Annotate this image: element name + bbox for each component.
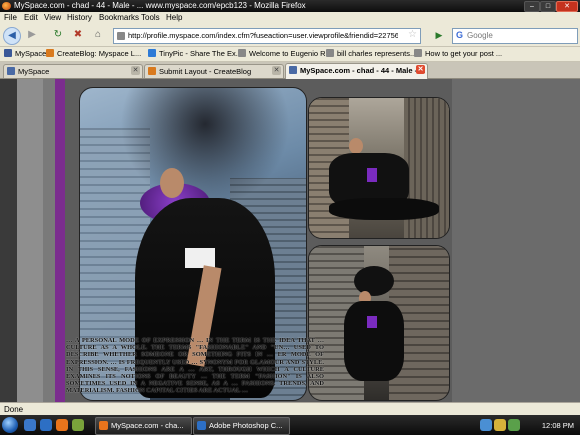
bookmark-how-to-post[interactable]: How to get your post ...: [414, 49, 502, 58]
menu-help[interactable]: Help: [166, 13, 182, 22]
back-button[interactable]: ◀: [3, 27, 21, 45]
bookmark-label: MySpace: [15, 49, 47, 58]
close-tab-icon[interactable]: ✕: [131, 66, 140, 75]
bookmarks-toolbar: MySpace CreateBlog: Myspace L... TinyPic…: [0, 47, 580, 62]
home-button[interactable]: ⌂: [90, 27, 106, 43]
photoshop-icon: [197, 421, 206, 430]
page-content[interactable]: … a personal mode of expression … in the…: [0, 79, 580, 402]
bookmark-myspace[interactable]: MySpace: [4, 49, 46, 58]
createblog-icon: [46, 49, 54, 57]
status-bar: Done: [0, 402, 580, 416]
accent-stripe: [55, 79, 65, 402]
close-tab-icon[interactable]: ✕: [416, 65, 425, 74]
bookmark-createblog[interactable]: CreateBlog: Myspace L...: [46, 49, 141, 58]
taskbar-button-label: MySpace.com - cha...: [111, 421, 184, 430]
menu-history[interactable]: History: [67, 13, 92, 22]
address-bar[interactable]: http://profile.myspace.com/index.cfm?fus…: [113, 28, 421, 44]
tab-myspace-profile[interactable]: MySpace.com - chad - 44 - Male - ... ✕: [285, 63, 428, 79]
media-player-icon[interactable]: [72, 419, 84, 431]
page-icon: [414, 49, 422, 57]
menu-view[interactable]: View: [44, 13, 61, 22]
myspace-icon: [289, 66, 297, 74]
bookmark-tinypic[interactable]: TinyPic - Share The Ex...: [148, 49, 242, 58]
firefox-icon: [2, 2, 11, 10]
taskbar-button-photoshop[interactable]: Adobe Photoshop C...: [193, 417, 290, 435]
close-window-button[interactable]: ✕: [556, 1, 578, 12]
network-icon[interactable]: [480, 419, 492, 431]
bookmark-label: bill charles represents...: [337, 49, 417, 58]
bookmark-star-icon[interactable]: ☆: [408, 29, 417, 40]
stop-button[interactable]: ✖: [70, 27, 86, 43]
reload-button[interactable]: ↻: [50, 27, 66, 43]
site-favicon: [117, 32, 125, 40]
layout-panel: [452, 79, 580, 402]
layout-stripe: [43, 79, 55, 402]
myspace-icon: [4, 49, 12, 57]
search-box[interactable]: G Google: [452, 28, 578, 44]
bookmark-label: Welcome to Eugenio R...: [249, 49, 332, 58]
status-text: Done: [4, 405, 24, 414]
window-title: MySpace.com - chad - 44 - Male - ... www…: [14, 1, 306, 10]
search-input[interactable]: Google: [467, 31, 493, 40]
taskbar-button-label: Adobe Photoshop C...: [209, 421, 283, 430]
bookmark-label: How to get your post ...: [425, 49, 503, 58]
maximize-button[interactable]: □: [540, 1, 556, 12]
bookmark-label: TinyPic - Share The Ex...: [159, 49, 242, 58]
tab-myspace[interactable]: MySpace ✕: [3, 64, 143, 78]
go-button[interactable]: ▶: [431, 27, 447, 43]
page-icon: [238, 49, 246, 57]
page-icon: [326, 49, 334, 57]
url-input[interactable]: http://profile.myspace.com/index.cfm?fus…: [128, 31, 398, 40]
taskbar-button-firefox[interactable]: MySpace.com - cha...: [95, 417, 192, 435]
start-button[interactable]: [2, 417, 18, 433]
tinypic-icon: [148, 49, 156, 57]
windows-taskbar: MySpace.com - cha... Adobe Photoshop C..…: [0, 415, 580, 435]
close-tab-icon[interactable]: ✕: [272, 66, 281, 75]
menu-bookmarks[interactable]: Bookmarks: [99, 13, 139, 22]
myspace-icon: [7, 67, 15, 75]
menu-file[interactable]: File: [4, 13, 17, 22]
menu-edit[interactable]: Edit: [24, 13, 38, 22]
show-desktop-icon[interactable]: [24, 419, 36, 431]
bookmark-label: CreateBlog: Myspace L...: [57, 49, 142, 58]
bookmark-eugenio[interactable]: Welcome to Eugenio R...: [238, 49, 332, 58]
layout-stripe: [17, 79, 43, 402]
menu-tools[interactable]: Tools: [141, 13, 160, 22]
fashion-photo-bottom-right: [308, 245, 450, 401]
profile-overlay-text: … a personal mode of expression … in the…: [66, 337, 324, 395]
layout-stripe: [0, 79, 17, 402]
bookmark-bill-charles[interactable]: bill charles represents...: [326, 49, 416, 58]
security-icon[interactable]: [508, 419, 520, 431]
minimize-button[interactable]: –: [524, 1, 540, 12]
createblog-icon: [148, 67, 156, 75]
tab-label: Submit Layout - CreateBlog: [159, 67, 252, 76]
window-title-bar[interactable]: MySpace.com - chad - 44 - Male - ... www…: [0, 0, 580, 12]
tab-createblog[interactable]: Submit Layout - CreateBlog ✕: [144, 64, 284, 78]
tab-label: MySpace.com - chad - 44 - Male - ...: [300, 66, 426, 75]
volume-icon[interactable]: [494, 419, 506, 431]
clock[interactable]: 12:08 PM: [542, 421, 574, 430]
system-tray: 12:08 PM: [478, 417, 578, 433]
tab-bar: MySpace ✕ Submit Layout - CreateBlog ✕ M…: [0, 62, 580, 79]
google-icon: G: [456, 30, 464, 40]
navigation-toolbar: ◀ ▶ ↻ ✖ ⌂ http://profile.myspace.com/ind…: [0, 24, 580, 47]
forward-button[interactable]: ▶: [24, 27, 40, 43]
firefox-icon: [99, 421, 108, 430]
fashion-photo-top-right: [308, 97, 450, 239]
tab-label: MySpace: [18, 67, 50, 76]
firefox-icon[interactable]: [56, 419, 68, 431]
internet-explorer-icon[interactable]: [40, 419, 52, 431]
